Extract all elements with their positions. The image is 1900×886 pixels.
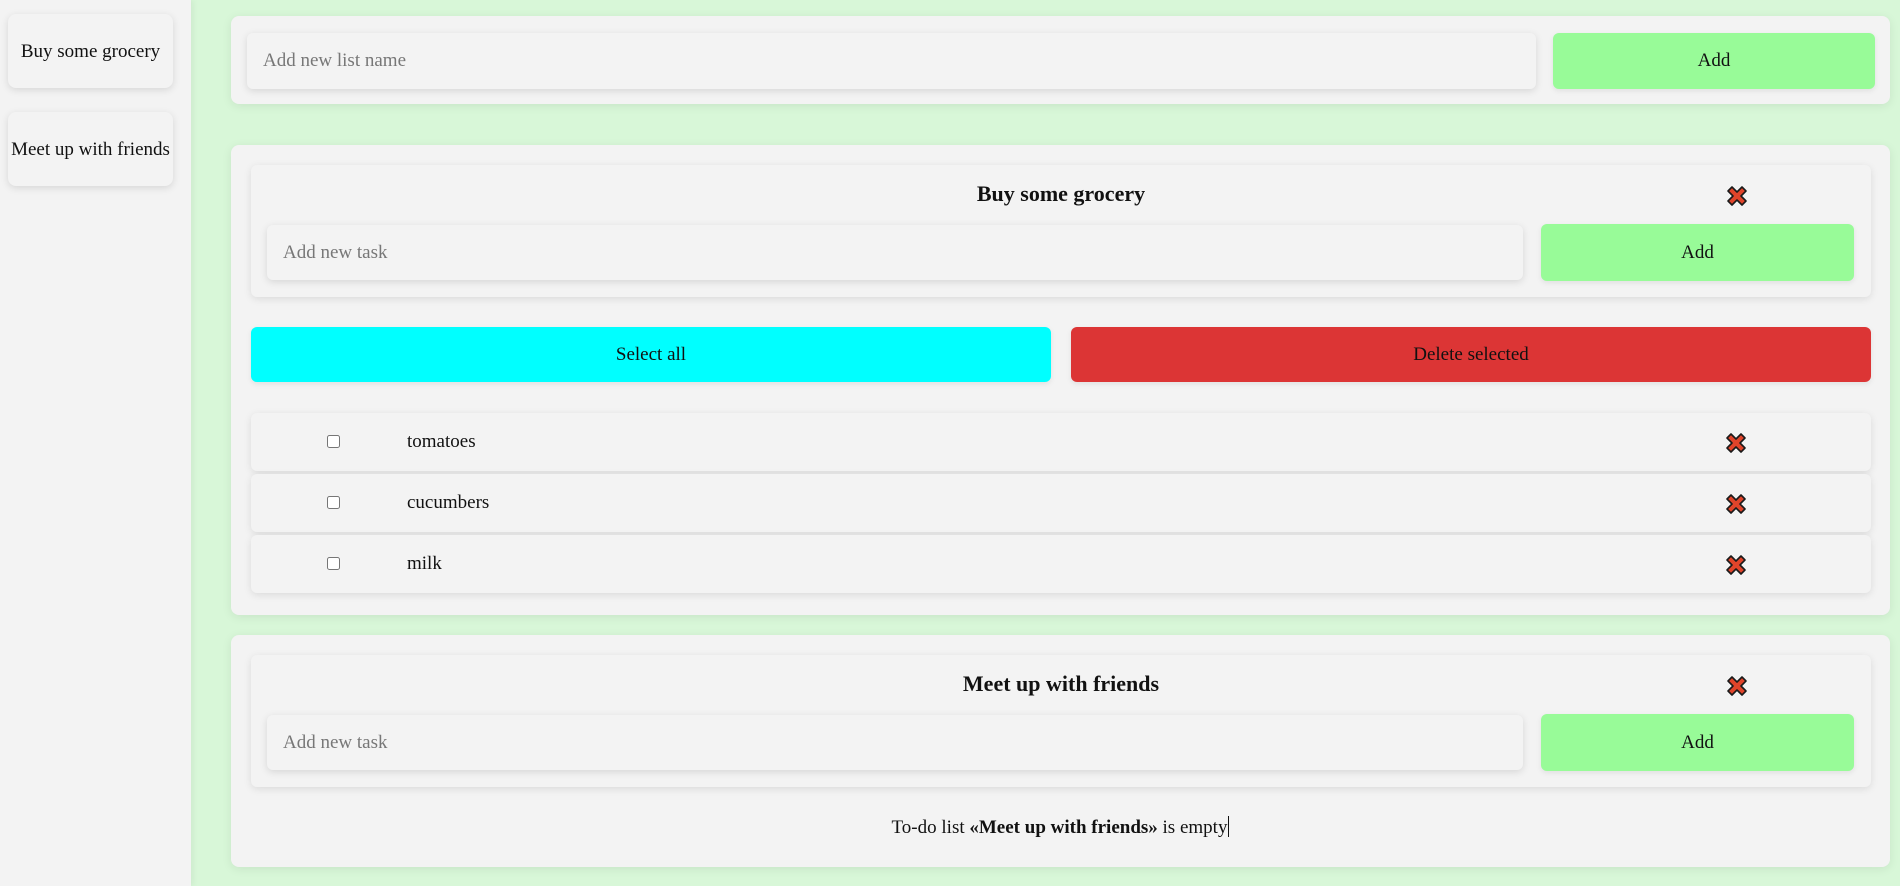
task-checkbox[interactable] <box>327 496 340 509</box>
list-title: Buy some grocery <box>976 181 1146 206</box>
select-all-button[interactable]: Select all <box>251 327 1051 382</box>
empty-message-list-name: «Meet up with friends» <box>969 817 1158 838</box>
add-task-button-label: Add <box>1681 241 1714 263</box>
task-row: cucumbers <box>251 474 1871 532</box>
delete-selected-button[interactable]: Delete selected <box>1071 327 1871 382</box>
delete-task-icon[interactable] <box>1723 430 1749 456</box>
sidebar: Buy some grocery Meet up with friends <box>0 0 191 886</box>
empty-message-prefix: To-do list <box>891 817 970 838</box>
task-row: milk <box>251 535 1871 593</box>
add-task-button[interactable]: Add <box>1541 714 1854 771</box>
add-task-button[interactable]: Add <box>1541 224 1854 281</box>
task-label: milk <box>407 553 442 574</box>
sidebar-item-label: Buy some grocery <box>20 40 161 62</box>
delete-task-icon[interactable] <box>1723 491 1749 517</box>
text-caret <box>1228 816 1230 837</box>
new-task-input[interactable] <box>267 715 1523 770</box>
add-task-button-label: Add <box>1681 731 1714 753</box>
sidebar-item-buy-some-grocery[interactable]: Buy some grocery <box>8 14 173 88</box>
sidebar-item-label: Meet up with friends <box>11 138 170 160</box>
delete-selected-button-label: Delete selected <box>1413 343 1529 365</box>
task-label: cucumbers <box>407 492 490 513</box>
delete-task-icon[interactable] <box>1723 552 1749 578</box>
list-title: Meet up with friends <box>962 671 1160 696</box>
delete-list-icon[interactable] <box>1724 183 1750 209</box>
empty-list-message: To-do list «Meet up with friends» is emp… <box>231 815 1890 841</box>
task-checkbox[interactable] <box>327 557 340 570</box>
task-checkbox[interactable] <box>327 435 340 448</box>
task-row: tomatoes <box>251 413 1871 471</box>
empty-message-suffix: is empty <box>1157 817 1228 838</box>
add-list-button-label: Add <box>1697 50 1731 71</box>
add-list-button[interactable]: Add <box>1553 33 1875 89</box>
new-task-input[interactable] <box>267 225 1523 280</box>
new-list-name-input[interactable] <box>247 33 1536 89</box>
task-label: tomatoes <box>407 431 476 452</box>
select-all-button-label: Select all <box>615 343 687 365</box>
delete-list-icon[interactable] <box>1724 673 1750 699</box>
sidebar-item-meet-up-with-friends[interactable]: Meet up with friends <box>8 112 173 186</box>
